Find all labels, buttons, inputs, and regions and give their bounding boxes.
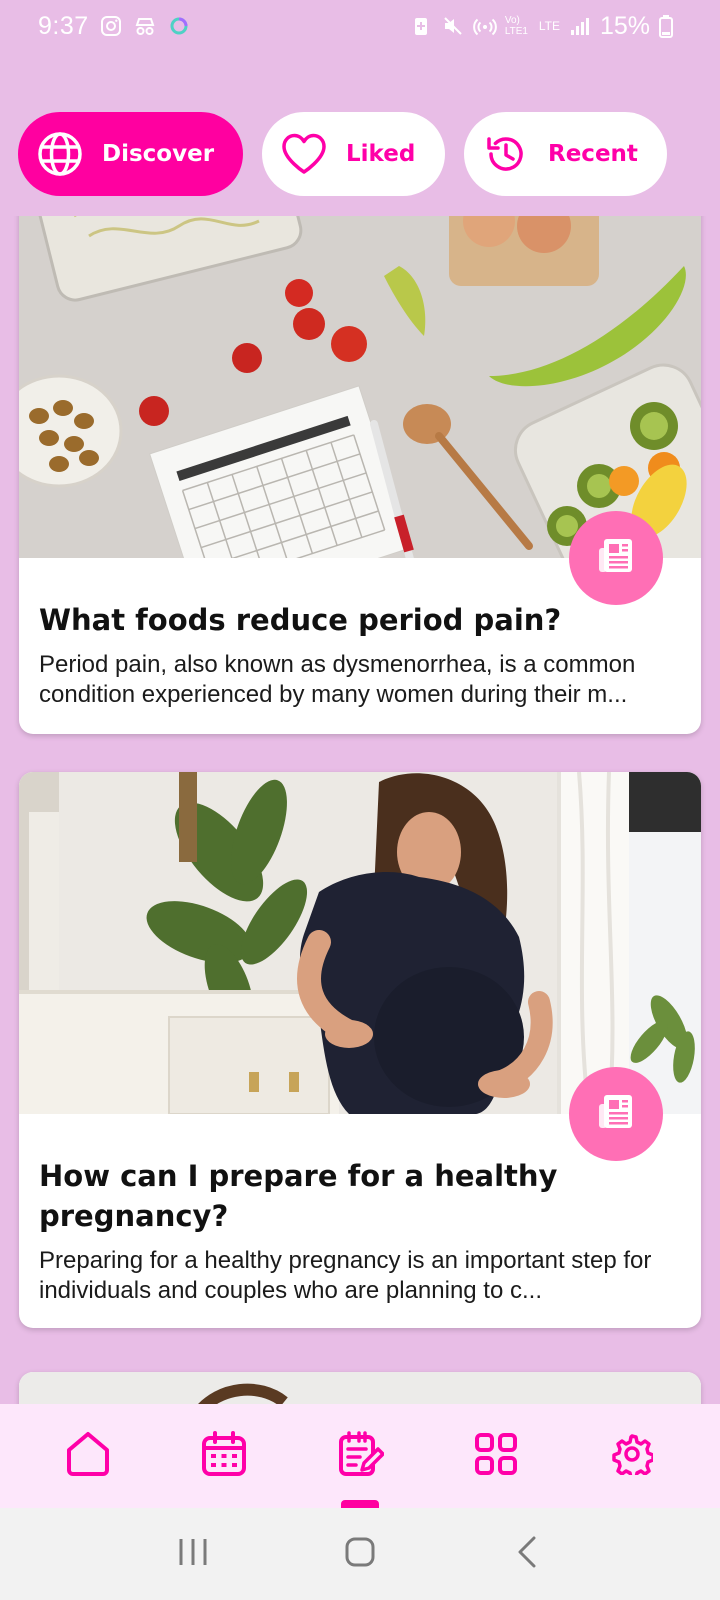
article-card[interactable]: How can I prepare for a healthy pregnanc… <box>19 772 701 1328</box>
calendar-icon <box>200 1430 248 1483</box>
active-nav-indicator <box>341 1500 379 1508</box>
home-icon <box>63 1429 113 1484</box>
nav-settings[interactable] <box>592 1416 672 1496</box>
heart-icon <box>280 130 328 178</box>
article-body: What foods reduce period pain? Period pa… <box>19 511 701 710</box>
article-description: Period pain, also known as dysmenorrhea,… <box>39 651 636 708</box>
battery-saver-icon <box>409 14 433 38</box>
nav-home[interactable] <box>48 1416 128 1496</box>
signal-icon <box>568 14 592 38</box>
article-description: Preparing for a healthy pregnancy is an … <box>39 1247 652 1304</box>
tab-recent-label: Recent <box>548 141 638 167</box>
hotspot-icon <box>473 14 497 38</box>
bottom-navigation <box>0 1404 720 1508</box>
lte-label: LTE <box>538 19 560 33</box>
recent-apps-icon <box>177 1537 209 1572</box>
status-left: 9:37 <box>38 12 191 41</box>
article-icon <box>596 1092 636 1137</box>
recent-apps-button[interactable] <box>163 1524 223 1584</box>
nav-calendar[interactable] <box>184 1416 264 1496</box>
tab-recent[interactable]: Recent <box>464 112 667 196</box>
article-image <box>19 1372 701 1404</box>
article-image <box>19 772 701 1114</box>
volte-label: Vo) LTE1 <box>504 15 528 37</box>
article-image <box>19 216 701 558</box>
globe-icon <box>36 130 84 178</box>
instagram-icon <box>99 14 123 38</box>
loading-icon <box>167 14 191 38</box>
nav-articles[interactable] <box>320 1416 400 1496</box>
article-card[interactable] <box>19 1372 701 1404</box>
settings-icon <box>611 1433 655 1480</box>
tab-liked[interactable]: Liked <box>262 112 445 196</box>
battery-percent: 15% <box>599 11 650 40</box>
category-tabs: Discover Liked Recent <box>18 112 667 196</box>
article-icon <box>596 536 636 581</box>
mute-icon <box>441 14 465 38</box>
article-card[interactable]: What foods reduce period pain? Period pa… <box>19 216 701 734</box>
status-time: 9:37 <box>38 11 89 40</box>
status-bar: 9:37 Vo) LTE1 LTE 15% <box>0 0 720 52</box>
tab-discover[interactable]: Discover <box>18 112 243 196</box>
history-icon <box>482 130 530 178</box>
system-navigation-bar <box>0 1508 720 1600</box>
back-button[interactable] <box>497 1524 557 1584</box>
status-right: Vo) LTE1 LTE 15% <box>409 12 682 41</box>
article-badge[interactable] <box>569 1067 663 1161</box>
notes-icon <box>336 1430 385 1483</box>
article-feed[interactable]: What foods reduce period pain? Period pa… <box>0 216 720 1404</box>
incognito-icon <box>133 14 157 38</box>
battery-icon <box>658 14 682 38</box>
article-badge[interactable] <box>569 511 663 605</box>
article-body: How can I prepare for a healthy pregnanc… <box>19 1067 701 1306</box>
tab-discover-label: Discover <box>102 141 215 167</box>
home-button[interactable] <box>330 1524 390 1584</box>
grid-icon <box>474 1432 518 1481</box>
tab-liked-label: Liked <box>346 141 416 167</box>
back-chevron-icon <box>516 1536 538 1573</box>
home-square-icon <box>345 1537 375 1572</box>
nav-grid[interactable] <box>456 1416 536 1496</box>
